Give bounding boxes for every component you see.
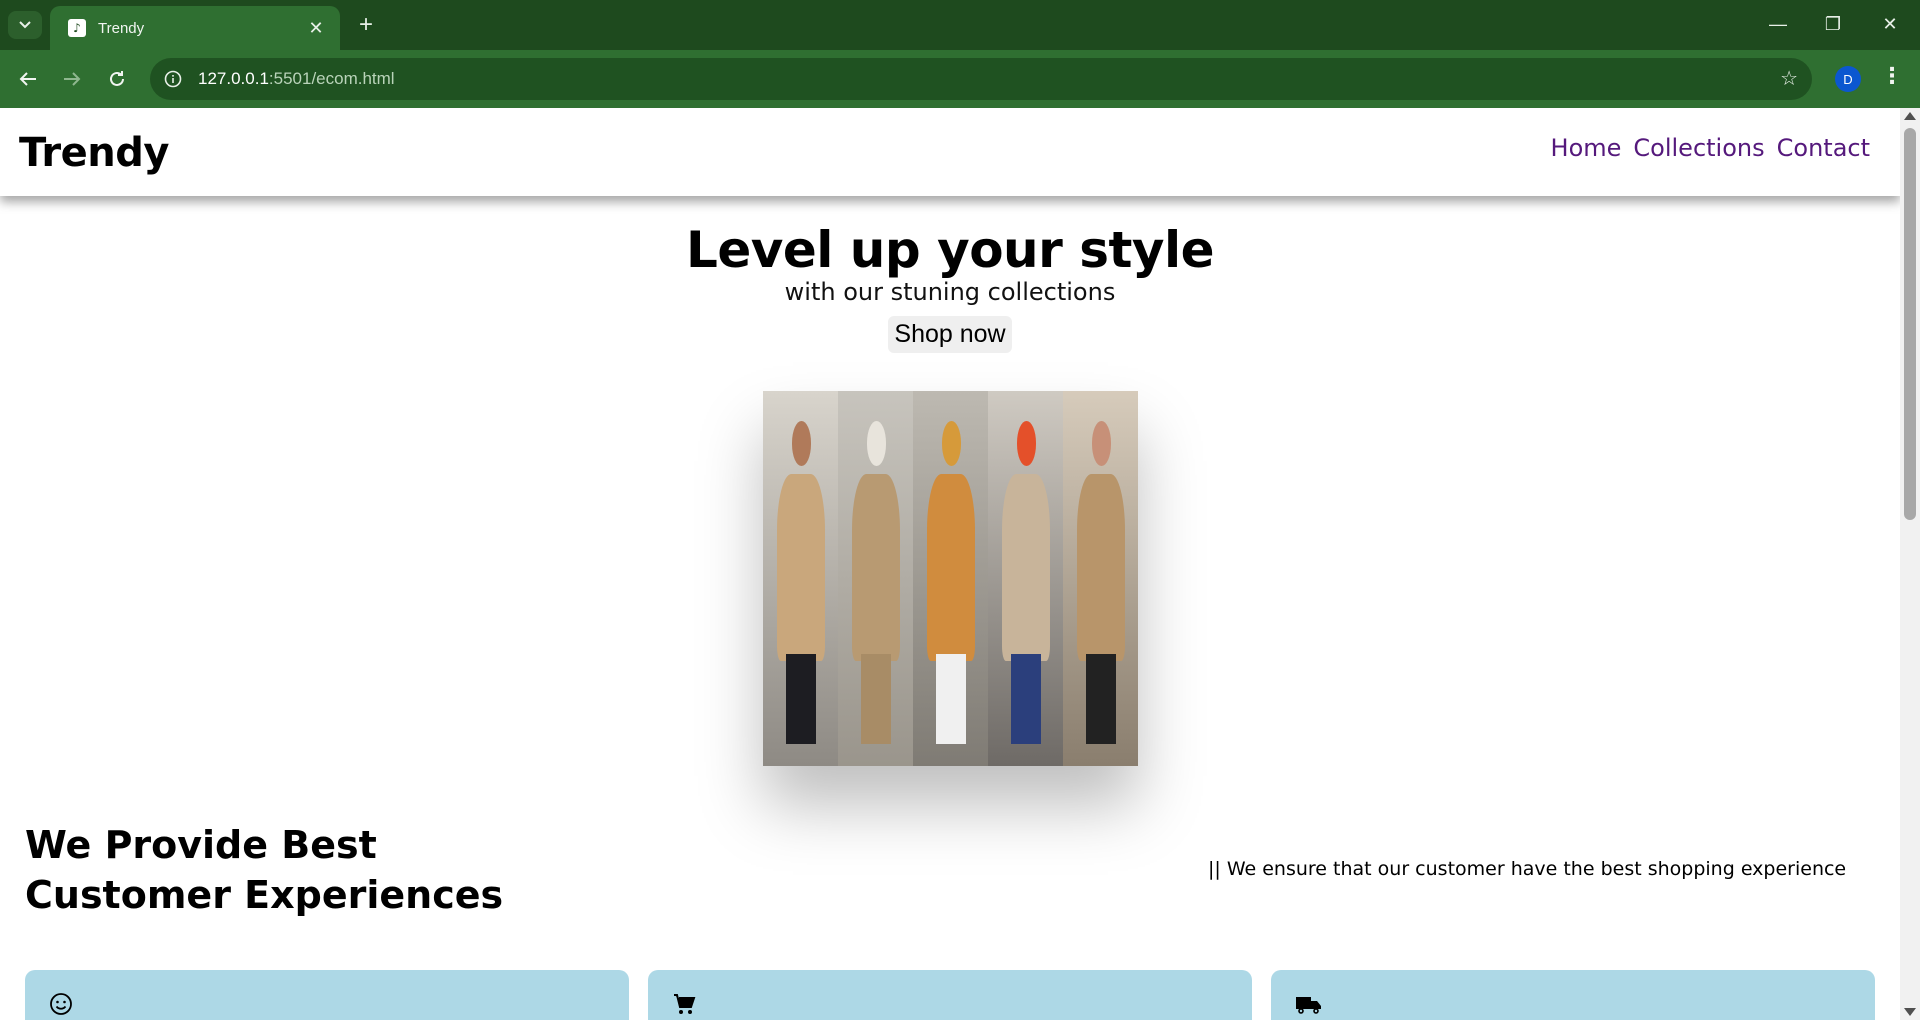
nav-link-collections[interactable]: Collections <box>1633 134 1764 162</box>
scroll-up-arrow-icon[interactable] <box>1904 112 1916 120</box>
reload-icon <box>110 71 124 86</box>
address-bar[interactable]: 127.0.0.1:5501/ecom.html ☆ <box>150 58 1812 100</box>
site-info-icon[interactable] <box>158 64 188 94</box>
url-path: :5501/ecom.html <box>268 69 395 88</box>
photo-panel <box>838 391 913 766</box>
favicon-icon: ♪ <box>68 19 86 37</box>
hero-subtitle: with our stuning collections <box>784 278 1116 306</box>
smiley-icon <box>49 992 73 1020</box>
browser-tab[interactable]: ♪ Trendy ✕ <box>50 6 340 50</box>
photo-panel <box>763 391 838 766</box>
bookmark-star-icon[interactable]: ☆ <box>1780 66 1798 90</box>
browser-menu-icon[interactable]: ⋮ <box>1880 64 1904 89</box>
feature-card <box>648 970 1252 1020</box>
site-header: Trendy Home Collections Contact <box>0 108 1900 196</box>
hero-section: Level up your style with our stuning col… <box>0 220 1900 353</box>
tab-title: Trendy <box>98 19 145 37</box>
photo-panel <box>1063 391 1138 766</box>
page-viewport: Trendy Home Collections Contact Level up… <box>0 108 1900 1020</box>
new-tab-button[interactable]: + <box>352 11 380 38</box>
close-tab-icon[interactable]: ✕ <box>304 16 328 40</box>
arrow-left-icon <box>19 72 36 86</box>
hero-title: Level up your style <box>685 221 1215 279</box>
url-host: 127.0.0.1 <box>198 69 269 88</box>
hero-image <box>763 391 1138 766</box>
browser-toolbar: 127.0.0.1:5501/ecom.html ☆ D ⋮ <box>0 50 1920 108</box>
main-nav: Home Collections Contact <box>1551 134 1870 162</box>
photo-panel <box>988 391 1063 766</box>
back-button[interactable] <box>12 63 44 95</box>
profile-avatar[interactable]: D <box>1835 66 1861 92</box>
minimize-button[interactable]: — <box>1755 8 1801 40</box>
browser-tab-bar: ♪ Trendy ✕ + — ❐ ✕ <box>0 0 1920 50</box>
scrollbar-thumb[interactable] <box>1904 128 1916 520</box>
features-section: We Provide Best Customer Experiences <box>25 820 545 920</box>
restore-button[interactable]: ❐ <box>1810 8 1856 40</box>
forward-button[interactable] <box>56 63 88 95</box>
chevron-down-icon <box>19 21 31 29</box>
tab-search-button[interactable] <box>8 11 42 39</box>
page-scrollbar[interactable] <box>1900 108 1920 1020</box>
features-tagline: || We ensure that our customer have the … <box>1208 858 1847 880</box>
nav-link-home[interactable]: Home <box>1551 134 1622 162</box>
close-window-button[interactable]: ✕ <box>1867 8 1913 40</box>
shop-now-button[interactable]: Shop now <box>888 316 1012 353</box>
reload-button[interactable] <box>101 63 133 95</box>
features-title: We Provide Best Customer Experiences <box>25 823 504 917</box>
photo-panel <box>913 391 988 766</box>
site-logo[interactable]: Trendy <box>19 130 169 176</box>
arrow-right-icon <box>64 72 81 86</box>
cart-icon <box>672 992 696 1020</box>
scroll-down-arrow-icon[interactable] <box>1904 1008 1916 1016</box>
feature-card <box>1271 970 1875 1020</box>
url-text[interactable]: 127.0.0.1:5501/ecom.html <box>198 69 395 89</box>
feature-card <box>25 970 629 1020</box>
nav-link-contact[interactable]: Contact <box>1777 134 1870 162</box>
delivery-truck-icon <box>1295 992 1323 1020</box>
